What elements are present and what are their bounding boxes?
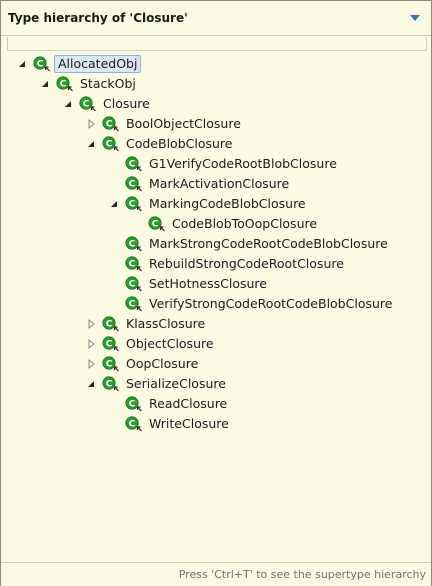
tree-node-label: Closure — [103, 96, 150, 111]
svg-text:C: C — [129, 179, 136, 189]
class-icon: C — [125, 196, 142, 212]
class-icon: C — [125, 416, 142, 432]
tree-node-label: CodeBlobToOopClosure — [172, 216, 318, 231]
class-icon: C — [33, 56, 50, 72]
collapsed-arrow-icon[interactable] — [86, 339, 96, 349]
tree-node-label: OopClosure — [126, 356, 199, 371]
tree-node-label: ObjectClosure — [126, 336, 214, 351]
svg-text:C: C — [152, 219, 159, 229]
class-icon: C — [125, 296, 142, 312]
view-menu-triangle-icon[interactable] — [410, 15, 420, 21]
class-icon: C — [125, 176, 142, 192]
tree-node-label: StackObj — [80, 76, 136, 91]
tree-node-label: RebuildStrongCodeRootClosure — [149, 256, 344, 271]
filter-bar[interactable] — [7, 37, 427, 51]
svg-text:C: C — [129, 159, 136, 169]
svg-text:C: C — [106, 319, 113, 329]
class-icon: C — [102, 356, 119, 372]
popup-title: Type hierarchy of 'Closure' — [8, 11, 188, 25]
class-icon: C — [102, 116, 119, 132]
svg-text:C: C — [129, 399, 136, 409]
svg-text:C: C — [106, 139, 113, 149]
tree-node-label: MarkingCodeBlobClosure — [149, 196, 306, 211]
class-icon: C — [125, 396, 142, 412]
tree-node-label: SerializeClosure — [126, 376, 226, 391]
class-icon: C — [102, 376, 119, 392]
class-icon: C — [102, 336, 119, 352]
tree-node-label: G1VerifyCodeRootBlobClosure — [149, 156, 337, 171]
tree-node-label: BoolObjectClosure — [126, 116, 241, 131]
tree-node-label: AllocatedObj — [54, 55, 142, 73]
tree-node-label: MarkActivationClosure — [149, 176, 290, 191]
expanded-arrow-icon[interactable] — [109, 199, 119, 209]
collapsed-arrow-icon[interactable] — [86, 119, 96, 129]
class-icon: C — [125, 156, 142, 172]
class-icon: C — [102, 136, 119, 152]
class-icon: C — [125, 276, 142, 292]
svg-text:C: C — [106, 119, 113, 129]
svg-text:C: C — [129, 259, 136, 269]
tree-node-label: CodeBlobClosure — [126, 136, 233, 151]
expanded-arrow-icon[interactable] — [17, 59, 27, 69]
expanded-arrow-icon[interactable] — [40, 79, 50, 89]
tree-node-label: WriteClosure — [149, 416, 229, 431]
collapsed-arrow-icon[interactable] — [86, 319, 96, 329]
status-bar: Press 'Ctrl+T' to see the supertype hier… — [1, 562, 431, 586]
svg-text:C: C — [129, 279, 136, 289]
class-icon: C — [79, 96, 96, 112]
class-icon: C — [148, 216, 165, 232]
expanded-arrow-icon[interactable] — [86, 139, 96, 149]
class-icon: C — [125, 256, 142, 272]
popup-header: Type hierarchy of 'Closure' — [1, 1, 431, 36]
class-icon: C — [102, 316, 119, 332]
svg-text:C: C — [106, 339, 113, 349]
class-icon: C — [125, 236, 142, 252]
svg-text:C: C — [129, 419, 136, 429]
svg-text:C: C — [37, 59, 44, 69]
tree-node-label: SetHotnessClosure — [149, 276, 267, 291]
svg-text:C: C — [129, 299, 136, 309]
type-hierarchy-popup: Type hierarchy of 'Closure' C AllocatedOb… — [0, 0, 432, 586]
tree-node-label: ReadClosure — [149, 396, 228, 411]
svg-text:C: C — [83, 99, 90, 109]
svg-text:C: C — [106, 359, 113, 369]
svg-text:C: C — [60, 79, 67, 89]
expanded-arrow-icon[interactable] — [63, 99, 73, 109]
tree-node-label: KlassClosure — [126, 316, 206, 331]
hierarchy-tree[interactable]: C AllocatedObj C StackObj C Closure C BoolObjec… — [1, 53, 431, 558]
tree-node-label: MarkStrongCodeRootCodeBlobClosure — [149, 236, 388, 251]
expanded-arrow-icon[interactable] — [86, 379, 96, 389]
svg-text:C: C — [129, 199, 136, 209]
svg-text:C: C — [129, 239, 136, 249]
svg-text:C: C — [106, 379, 113, 389]
collapsed-arrow-icon[interactable] — [86, 359, 96, 369]
status-hint: Press 'Ctrl+T' to see the supertype hier… — [178, 568, 426, 581]
class-icon: C — [56, 76, 73, 92]
tree-node-label: VerifyStrongCodeRootCodeBlobClosure — [149, 296, 393, 311]
